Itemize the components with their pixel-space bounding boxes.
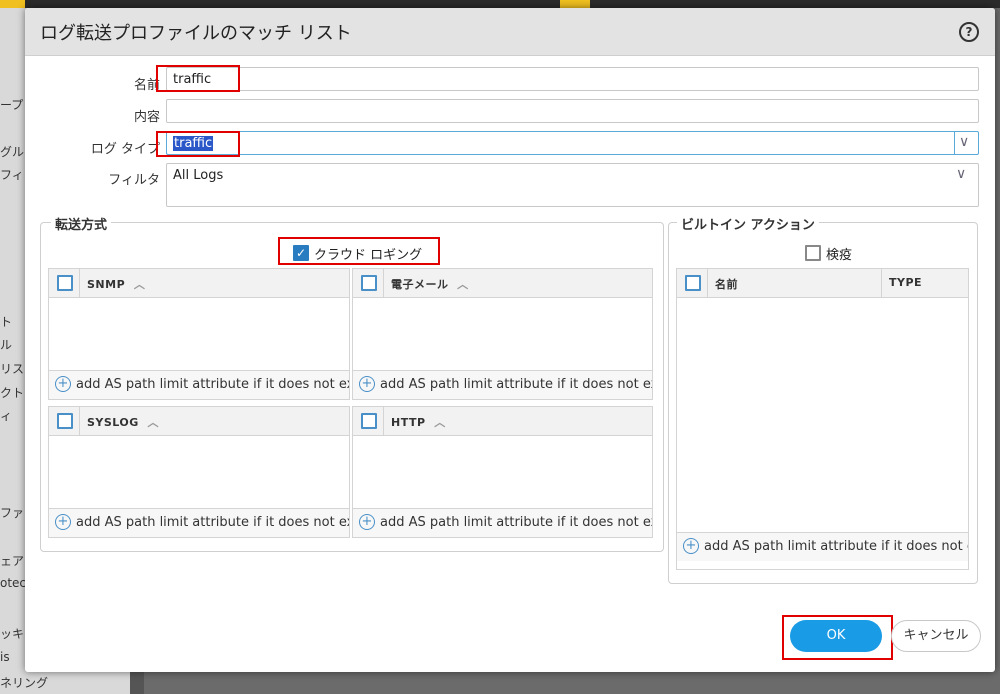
bg-text: is — [0, 650, 10, 664]
snmp-panel: SNMP ︿ + add AS path limit attribute if … — [48, 268, 350, 400]
type-column-header[interactable]: TYPE — [889, 276, 922, 289]
chevron-up-icon: ︿ — [147, 416, 159, 429]
name-column-header[interactable]: 名前 — [715, 276, 738, 292]
bg-text: ト — [0, 315, 13, 329]
bg-text: リス — [0, 362, 25, 376]
header-divider — [707, 269, 708, 297]
match-list-dialog: ログ転送プロファイルのマッチ リスト ? 名前 traffic 内容 ログ タイ… — [25, 8, 995, 672]
builtin-actions-table: 名前 TYPE + add AS path limit attribute if… — [676, 268, 969, 570]
add-button-row[interactable]: + add AS path limit attribute if it does… — [353, 370, 652, 399]
app-top-accent — [560, 0, 590, 8]
highlight-box — [782, 615, 893, 660]
dialog-header: ログ転送プロファイルのマッチ リスト ? — [25, 8, 995, 56]
chevron-down-icon: ∨ — [959, 134, 970, 150]
cancel-button[interactable]: キャンセル — [891, 620, 981, 652]
bg-text: ファ — [0, 506, 25, 520]
bg-text: クト — [0, 386, 25, 400]
syslog-panel: SYSLOG ︿ + add AS path limit attribute i… — [48, 406, 350, 538]
add-link[interactable]: add AS path limit attribute if it does n… — [380, 515, 652, 530]
dialog-title: ログ転送プロファイルのマッチ リスト — [40, 23, 352, 44]
description-label: 内容 — [133, 110, 160, 125]
bg-text: グル — [0, 145, 25, 159]
name-label: 名前 — [133, 78, 160, 93]
add-button-row[interactable]: + add AS path limit attribute if it does… — [49, 508, 349, 537]
add-link[interactable]: add AS path limit attribute if it does n… — [76, 515, 349, 530]
chevron-up-icon: ︿ — [457, 278, 469, 291]
filter-label: フィルタ — [108, 173, 160, 188]
chevron-up-icon: ︿ — [133, 278, 146, 291]
select-all-checkbox[interactable] — [361, 275, 377, 291]
help-icon[interactable]: ? — [959, 22, 979, 42]
email-column-header[interactable]: 電子メール ︿ — [391, 276, 469, 292]
plus-icon: + — [55, 376, 71, 392]
plus-icon: + — [683, 538, 699, 554]
bg-text: otec — [0, 576, 27, 590]
log-type-select[interactable]: traffic — [166, 131, 979, 155]
bg-text: ネリング — [0, 676, 49, 690]
app-top-accent — [0, 0, 25, 8]
bg-text: ープ — [0, 98, 24, 112]
header-divider — [79, 269, 80, 297]
add-button-row[interactable]: + add AS path limit attribute if it does… — [677, 532, 968, 561]
http-column-header[interactable]: HTTP ︿ — [391, 414, 446, 430]
highlight-box — [156, 131, 240, 157]
add-link[interactable]: add AS path limit attribute if it does n… — [76, 377, 349, 392]
quarantine-label: 検疫 — [826, 248, 853, 263]
plus-icon: + — [55, 514, 71, 530]
bg-text: ッキ — [0, 627, 25, 641]
header-divider — [881, 269, 882, 297]
bg-text: ェア — [0, 554, 25, 568]
builtin-actions-legend: ビルトイン アクション — [677, 214, 819, 233]
highlight-box — [278, 237, 440, 265]
snmp-column-header[interactable]: SNMP ︿ — [87, 276, 145, 292]
add-button-row[interactable]: + add AS path limit attribute if it does… — [49, 370, 349, 399]
chevron-down-icon[interactable]: ∨ — [956, 166, 966, 182]
panel-header: 名前 TYPE — [677, 269, 968, 298]
add-button-row[interactable]: + add AS path limit attribute if it does… — [353, 508, 652, 537]
plus-icon: + — [359, 514, 375, 530]
quarantine-checkbox[interactable] — [805, 245, 821, 261]
header-divider — [383, 407, 384, 435]
select-all-checkbox[interactable] — [57, 275, 73, 291]
panel-header: SNMP ︿ — [49, 269, 349, 298]
panel-header: HTTP ︿ — [353, 407, 652, 436]
select-all-checkbox[interactable] — [685, 275, 701, 291]
forward-method-legend: 転送方式 — [51, 214, 112, 233]
bg-text: フィ — [0, 168, 24, 182]
add-link[interactable]: add AS path limit attribute if it does n… — [380, 377, 652, 392]
log-type-label: ログ タイプ — [90, 142, 160, 157]
panel-header: 電子メール ︿ — [353, 269, 652, 298]
name-input[interactable]: traffic — [166, 67, 979, 91]
header-divider — [383, 269, 384, 297]
bg-text: ル — [0, 338, 13, 352]
chevron-up-icon: ︿ — [434, 416, 446, 429]
panel-header: SYSLOG ︿ — [49, 407, 349, 436]
email-panel: 電子メール ︿ + add AS path limit attribute if… — [352, 268, 653, 400]
description-input[interactable] — [166, 99, 979, 123]
select-all-checkbox[interactable] — [57, 413, 73, 429]
plus-icon: + — [359, 376, 375, 392]
header-divider — [79, 407, 80, 435]
select-all-checkbox[interactable] — [361, 413, 377, 429]
bg-text: ィ — [0, 409, 13, 423]
app-top-bar — [0, 0, 1000, 8]
http-panel: HTTP ︿ + add AS path limit attribute if … — [352, 406, 653, 538]
highlight-box — [156, 65, 240, 92]
filter-input[interactable]: All Logs — [166, 163, 979, 207]
syslog-column-header[interactable]: SYSLOG ︿ — [87, 414, 159, 430]
add-link[interactable]: add AS path limit attribute if it does n… — [704, 539, 968, 554]
